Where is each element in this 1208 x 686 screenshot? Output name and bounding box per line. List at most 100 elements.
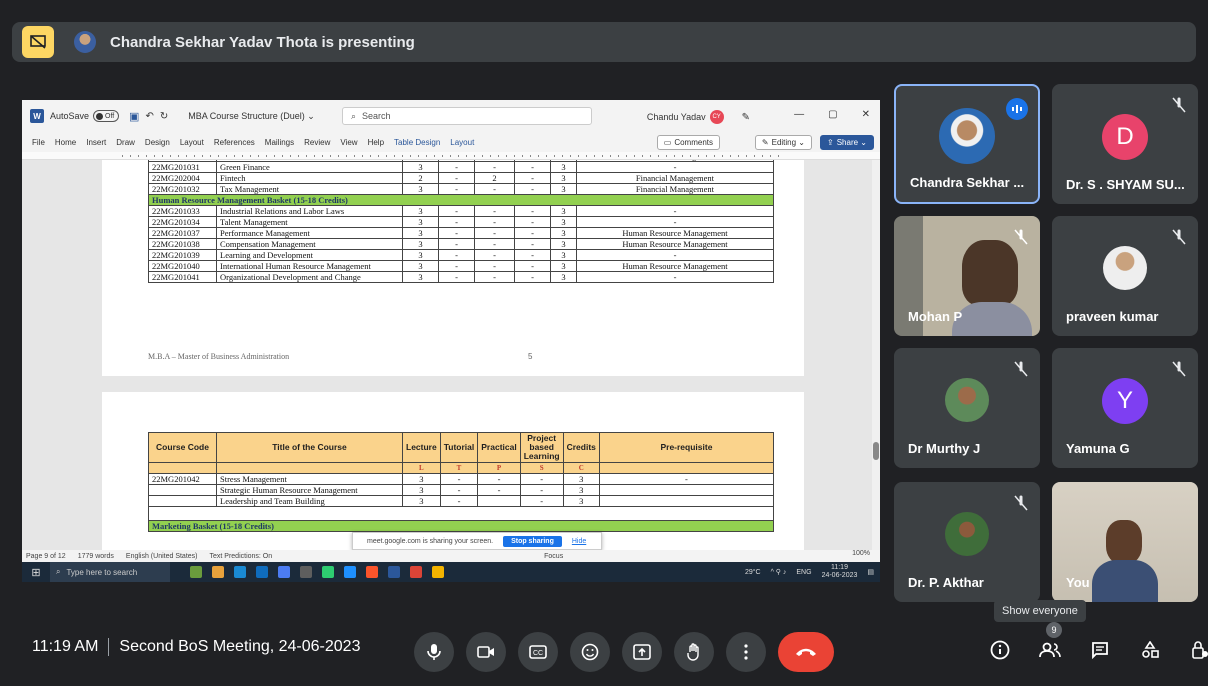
ribbon-tab-table-layout[interactable]: Layout <box>450 138 474 147</box>
cell-l: 3 <box>402 238 439 250</box>
activities-button[interactable] <box>1136 636 1164 664</box>
hide-link[interactable]: Hide <box>572 538 586 545</box>
ribbon-tab[interactable]: Mailings <box>265 138 294 147</box>
brave-icon[interactable] <box>366 566 378 578</box>
word-search-box[interactable]: ⌕ Search <box>342 107 592 125</box>
ribbon-tab-table-design[interactable]: Table Design <box>394 138 440 147</box>
participant-tile[interactable]: Mohan P <box>894 216 1040 336</box>
cell-l: 3 <box>402 183 439 195</box>
captions-button[interactable]: CC <box>518 632 558 672</box>
save-icon[interactable]: ▣ <box>129 110 139 123</box>
taskbar-clock[interactable]: 11:19 24-06-2023 <box>822 564 858 580</box>
taskbar-search[interactable]: ⌕ Type here to search <box>50 562 170 582</box>
editing-button[interactable]: ✎ Editing ⌄ <box>754 135 812 150</box>
subheader-blank <box>216 462 403 474</box>
vertical-scrollbar[interactable] <box>872 160 880 550</box>
redo-icon[interactable]: ↻ <box>160 111 168 122</box>
chat-button[interactable] <box>1086 636 1114 664</box>
host-controls-button[interactable] <box>1186 636 1208 664</box>
cell-code: 22MG201037 <box>148 227 217 239</box>
tray-icons[interactable]: ^ ⚲ ♪ <box>771 568 787 576</box>
more-options-button[interactable] <box>726 632 766 672</box>
text-predictions[interactable]: Text Predictions: On <box>210 553 273 560</box>
stop-presenting-icon[interactable] <box>22 26 54 58</box>
windows-start-icon[interactable]: ⊞ <box>22 562 50 582</box>
document-title[interactable]: MBA Course Structure (Duel) ⌄ <box>188 111 315 122</box>
cell-t: - <box>438 161 475 173</box>
cell-s: - <box>519 484 564 496</box>
language[interactable]: English (United States) <box>126 553 198 560</box>
mail-icon[interactable] <box>256 566 268 578</box>
present-button[interactable] <box>622 632 662 672</box>
participant-tile[interactable]: D Dr. S . SHYAM SU... <box>1052 84 1198 204</box>
zoom-level[interactable]: 100% <box>852 550 870 557</box>
participant-tile[interactable]: Y Yamuna G <box>1052 348 1198 468</box>
ribbon-tab[interactable]: Help <box>368 138 384 147</box>
participant-tile[interactable]: Dr. P. Akthar <box>894 482 1040 602</box>
emoji-button[interactable] <box>570 632 610 672</box>
ribbon-tab[interactable]: Review <box>304 138 330 147</box>
participant-tile[interactable]: You <box>1052 482 1198 602</box>
cell-s: - <box>514 161 551 173</box>
app-icon[interactable] <box>190 566 202 578</box>
ribbon-tab[interactable]: Home <box>55 138 76 147</box>
leave-call-button[interactable] <box>778 632 834 672</box>
taskbar-search-placeholder: Type here to search <box>66 567 138 577</box>
weather[interactable]: 29°C <box>745 569 761 576</box>
scrollbar-thumb[interactable] <box>873 442 879 460</box>
ribbon-tab[interactable]: View <box>340 138 357 147</box>
participant-tile[interactable]: Chandra Sekhar ... <box>894 84 1040 204</box>
app-icon[interactable] <box>278 566 290 578</box>
call-controls: CC <box>414 632 834 672</box>
chrome-icon[interactable] <box>432 566 444 578</box>
raise-hand-button[interactable] <box>674 632 714 672</box>
close-icon[interactable]: ✕ <box>862 109 870 120</box>
word-icon[interactable] <box>388 566 400 578</box>
share-button[interactable]: ⇪ Share ⌄ <box>820 135 874 150</box>
cell-code: 22MG201038 <box>148 238 217 250</box>
participant-photo <box>939 108 995 164</box>
ribbon-tab[interactable]: Layout <box>180 138 204 147</box>
system-tray: 29°C ^ ⚲ ♪ ENG 11:19 24-06-2023 ▤ <box>745 562 874 582</box>
cell-t: - <box>439 484 479 496</box>
cell-code: 22MG201031 <box>148 161 217 173</box>
language-indicator[interactable]: ENG <box>796 569 811 576</box>
ribbon-tab[interactable]: Design <box>145 138 170 147</box>
app-icon[interactable] <box>300 566 312 578</box>
stop-sharing-button[interactable]: Stop sharing <box>503 535 562 547</box>
speaking-indicator-icon <box>1006 98 1028 120</box>
notification-icon[interactable]: ▤ <box>867 568 874 576</box>
cell-title: Green Finance <box>216 161 403 173</box>
ribbon-tab[interactable]: Insert <box>86 138 106 147</box>
footer-note: M.B.A – Master of Business Administratio… <box>148 352 290 361</box>
word-user[interactable]: Chandu Yadav CY ✎ <box>647 110 750 124</box>
comments-button[interactable]: ▭ Comments <box>656 135 720 150</box>
lock-person-icon <box>1192 641 1208 659</box>
cell-title: Learning and Development <box>216 249 403 261</box>
edge-icon[interactable] <box>234 566 246 578</box>
undo-icon[interactable]: ↶ <box>145 111 153 122</box>
microphone-button[interactable] <box>414 632 454 672</box>
ribbon-tab[interactable]: File <box>32 138 45 147</box>
minimize-icon[interactable]: — <box>794 109 804 120</box>
focus-mode[interactable]: Focus <box>544 553 563 560</box>
maximize-icon[interactable]: ▢ <box>828 109 837 120</box>
document-area[interactable]: 22MG201030Derivative Contracts3---3Inves… <box>22 160 880 550</box>
ribbon-tab[interactable]: References <box>214 138 255 147</box>
subheader-l: L <box>402 462 441 474</box>
header-pbl: Project based Learning <box>519 432 564 463</box>
app-icon[interactable] <box>344 566 356 578</box>
autosave-toggle[interactable]: Off <box>93 110 120 122</box>
people-button[interactable]: 9 <box>1036 622 1064 664</box>
chrome-icon[interactable] <box>410 566 422 578</box>
participant-tile[interactable]: praveen kumar <box>1052 216 1198 336</box>
meeting-details-button[interactable] <box>986 636 1014 664</box>
ribbon-tab[interactable]: Draw <box>116 138 135 147</box>
pen-icon[interactable]: ✎ <box>742 112 750 123</box>
whatsapp-icon[interactable] <box>322 566 334 578</box>
cell-s: - <box>514 216 551 228</box>
file-explorer-icon[interactable] <box>212 566 224 578</box>
camera-button[interactable] <box>466 632 506 672</box>
participant-tile[interactable]: Dr Murthy J <box>894 348 1040 468</box>
cell-s: - <box>519 495 564 507</box>
